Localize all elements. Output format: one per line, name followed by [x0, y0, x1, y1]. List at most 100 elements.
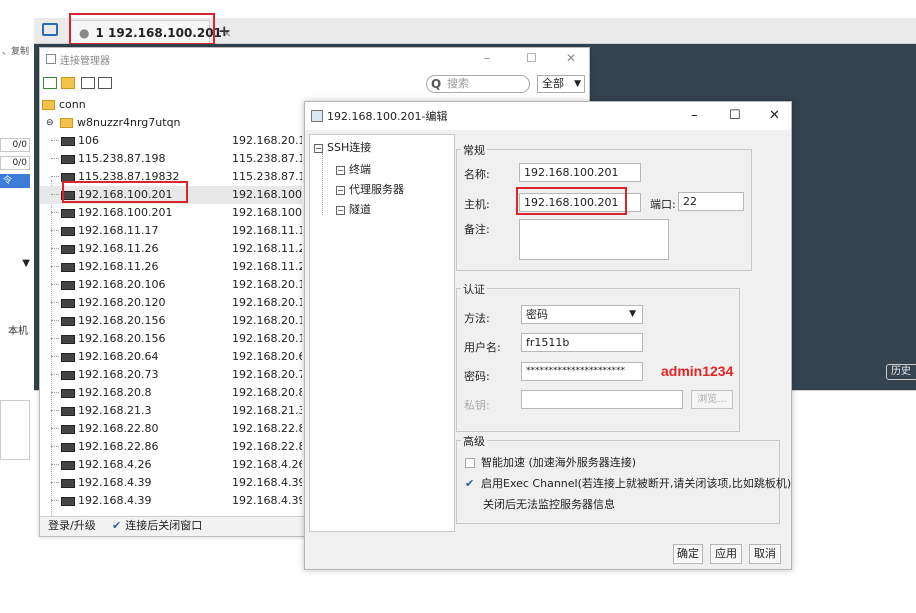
window-app-icon: [46, 54, 56, 64]
filter-select[interactable]: 全部 ▼: [537, 75, 585, 93]
left-side-panel: 、复制 0/0 0/0 令 ▼ 本机: [0, 0, 34, 613]
monitor-icon: [61, 407, 75, 416]
maximize-icon[interactable]: ☐: [526, 51, 537, 65]
tree-row[interactable]: 192.168.100.201 192.168.100.201: [40, 186, 302, 204]
remark-label: 备注:: [464, 223, 490, 236]
counter-1: 0/0: [0, 138, 30, 152]
exec-channel-note: 关闭后无法监控服务器信息: [483, 498, 615, 511]
close-icon[interactable]: ✕: [769, 108, 780, 123]
tree-row[interactable]: 192.168.20.64 192.168.20.64: [40, 348, 302, 366]
nav-ssh[interactable]: − SSH连接: [314, 139, 371, 155]
cmd-tab[interactable]: 令: [0, 174, 30, 188]
smart-accel-checkbox[interactable]: 智能加速 (加速海外服务器连接): [465, 454, 636, 470]
new-connection-icon[interactable]: [43, 77, 57, 89]
tree-row[interactable]: 192.168.22.86 192.168.22.86: [40, 438, 302, 456]
close-after-connect-checkbox[interactable]: ✔ 连接后关闭窗口: [112, 517, 202, 535]
tree-branch: [51, 456, 59, 465]
history-button[interactable]: 历史: [886, 364, 916, 380]
row-ip: 192.168.20.8: [232, 386, 302, 399]
tree-row[interactable]: 192.168.20.73 192.168.20.73: [40, 366, 302, 384]
monitor-icon: [61, 191, 75, 200]
dropdown-caret-icon[interactable]: ▼: [0, 258, 30, 269]
row-ip: 192.168.100.201: [232, 206, 302, 219]
method-value: 密码: [526, 308, 548, 321]
collapse-icon[interactable]: [81, 77, 95, 89]
add-tab-button[interactable]: +: [218, 22, 231, 40]
tree-row[interactable]: 192.168.20.120 192.168.20.120: [40, 294, 302, 312]
browse-button: 浏览...: [691, 390, 733, 409]
row-name: 106: [78, 134, 99, 147]
tree-row[interactable]: 192.168.20.8 192.168.20.8: [40, 384, 302, 402]
session-tab[interactable]: ● 1 192.168.100.201 ×: [70, 20, 232, 44]
tree-row[interactable]: 106 192.168.20.106: [40, 132, 302, 150]
row-name: 192.168.21.3: [78, 404, 152, 417]
tree-group[interactable]: ⊖ w8nuzzr4nrg7utqn: [40, 114, 302, 132]
tree-row[interactable]: 192.168.20.106 192.168.20.106: [40, 276, 302, 294]
nav-proxy-label: 代理服务器: [349, 183, 404, 196]
tree-branch: [51, 402, 59, 411]
folder-icon[interactable]: [42, 23, 58, 36]
private-key-field: [521, 390, 683, 409]
monitor-icon: [61, 281, 75, 290]
node-icon: −: [336, 205, 345, 215]
local-label[interactable]: 本机: [8, 322, 28, 337]
new-folder-icon[interactable]: [61, 77, 75, 89]
remark-field[interactable]: [519, 219, 669, 260]
chevron-down-icon: ▼: [629, 309, 636, 319]
tree-row[interactable]: 192.168.4.26 192.168.4.26: [40, 456, 302, 474]
collapse-node-icon[interactable]: ⊖: [46, 114, 54, 132]
row-name: 192.168.11.17: [78, 224, 159, 237]
nav-line: [322, 153, 323, 215]
expand-icon[interactable]: [98, 77, 112, 89]
row-ip: 192.168.20.156: [232, 332, 302, 345]
tree-branch: [51, 186, 59, 195]
maximize-icon[interactable]: ☐: [729, 108, 741, 123]
nav-tunnel[interactable]: − 隧道: [336, 201, 371, 217]
row-name: 192.168.20.156: [78, 332, 166, 345]
tree-row[interactable]: 192.168.20.156 192.168.20.156: [40, 312, 302, 330]
tree-row[interactable]: 115.238.87.19832 115.238.87.198: [40, 168, 302, 186]
method-select[interactable]: 密码 ▼: [521, 305, 643, 324]
nav-terminal[interactable]: − 终端: [336, 161, 371, 177]
row-name: 192.168.20.120: [78, 296, 166, 309]
tree-row[interactable]: 192.168.21.3 192.168.21.3: [40, 402, 302, 420]
minimize-icon[interactable]: –: [691, 108, 698, 123]
nav-proxy[interactable]: − 代理服务器: [336, 181, 404, 197]
chevron-down-icon: ▼: [574, 79, 581, 89]
monitor-icon: [61, 353, 75, 362]
tree-row[interactable]: 192.168.11.26 192.168.11.26: [40, 258, 302, 276]
row-name: 192.168.20.8: [78, 386, 152, 399]
port-field[interactable]: 22: [678, 192, 744, 211]
search-icon: Q: [431, 77, 442, 91]
edit-dialog: 192.168.100.201-编辑 – ☐ ✕ − SSH连接 − 终端 − 代理服…: [304, 101, 792, 570]
tree-row[interactable]: 115.238.87.198 115.238.87.198: [40, 150, 302, 168]
tree-branch: [51, 474, 59, 483]
tree-row[interactable]: 192.168.22.80 192.168.22.80: [40, 420, 302, 438]
username-field[interactable]: fr1511b: [521, 333, 643, 352]
apply-button[interactable]: 应用: [710, 544, 742, 564]
tree-branch: [51, 132, 59, 141]
close-icon[interactable]: ✕: [566, 51, 576, 65]
cancel-button[interactable]: 取消: [749, 544, 781, 564]
tree-row[interactable]: 192.168.4.39 192.168.4.39: [40, 474, 302, 492]
host-field[interactable]: 192.168.100.201: [519, 193, 641, 212]
monitor-icon: [61, 425, 75, 434]
row-ip: 192.168.22.80: [232, 422, 302, 435]
minimize-icon[interactable]: –: [484, 51, 490, 65]
tree-row[interactable]: 192.168.11.26 192.168.11.26: [40, 240, 302, 258]
tree-row[interactable]: 192.168.100.201 192.168.100.201: [40, 204, 302, 222]
exec-channel-checkbox[interactable]: ✔ 启用Exec Channel(若连接上就被断开,请关闭该项,比如跳板机): [465, 475, 791, 491]
tree-row[interactable]: 192.168.11.17 192.168.11.17: [40, 222, 302, 240]
tree-root[interactable]: conn: [40, 96, 302, 114]
name-field[interactable]: 192.168.100.201: [519, 163, 641, 182]
login-upgrade-link[interactable]: 登录/升级: [48, 517, 96, 535]
ok-button[interactable]: 确定: [673, 544, 703, 564]
password-field[interactable]: **********************: [521, 362, 643, 381]
root-label: conn: [59, 98, 86, 111]
search-input[interactable]: Q 搜索: [426, 75, 530, 93]
tree-row[interactable]: 192.168.4.39 192.168.4.39: [40, 492, 302, 510]
tree-row[interactable]: 192.168.20.156 192.168.20.156: [40, 330, 302, 348]
row-name: 192.168.11.26: [78, 242, 159, 255]
monitor-icon: [61, 371, 75, 380]
copy-hint: 、复制: [2, 47, 30, 57]
